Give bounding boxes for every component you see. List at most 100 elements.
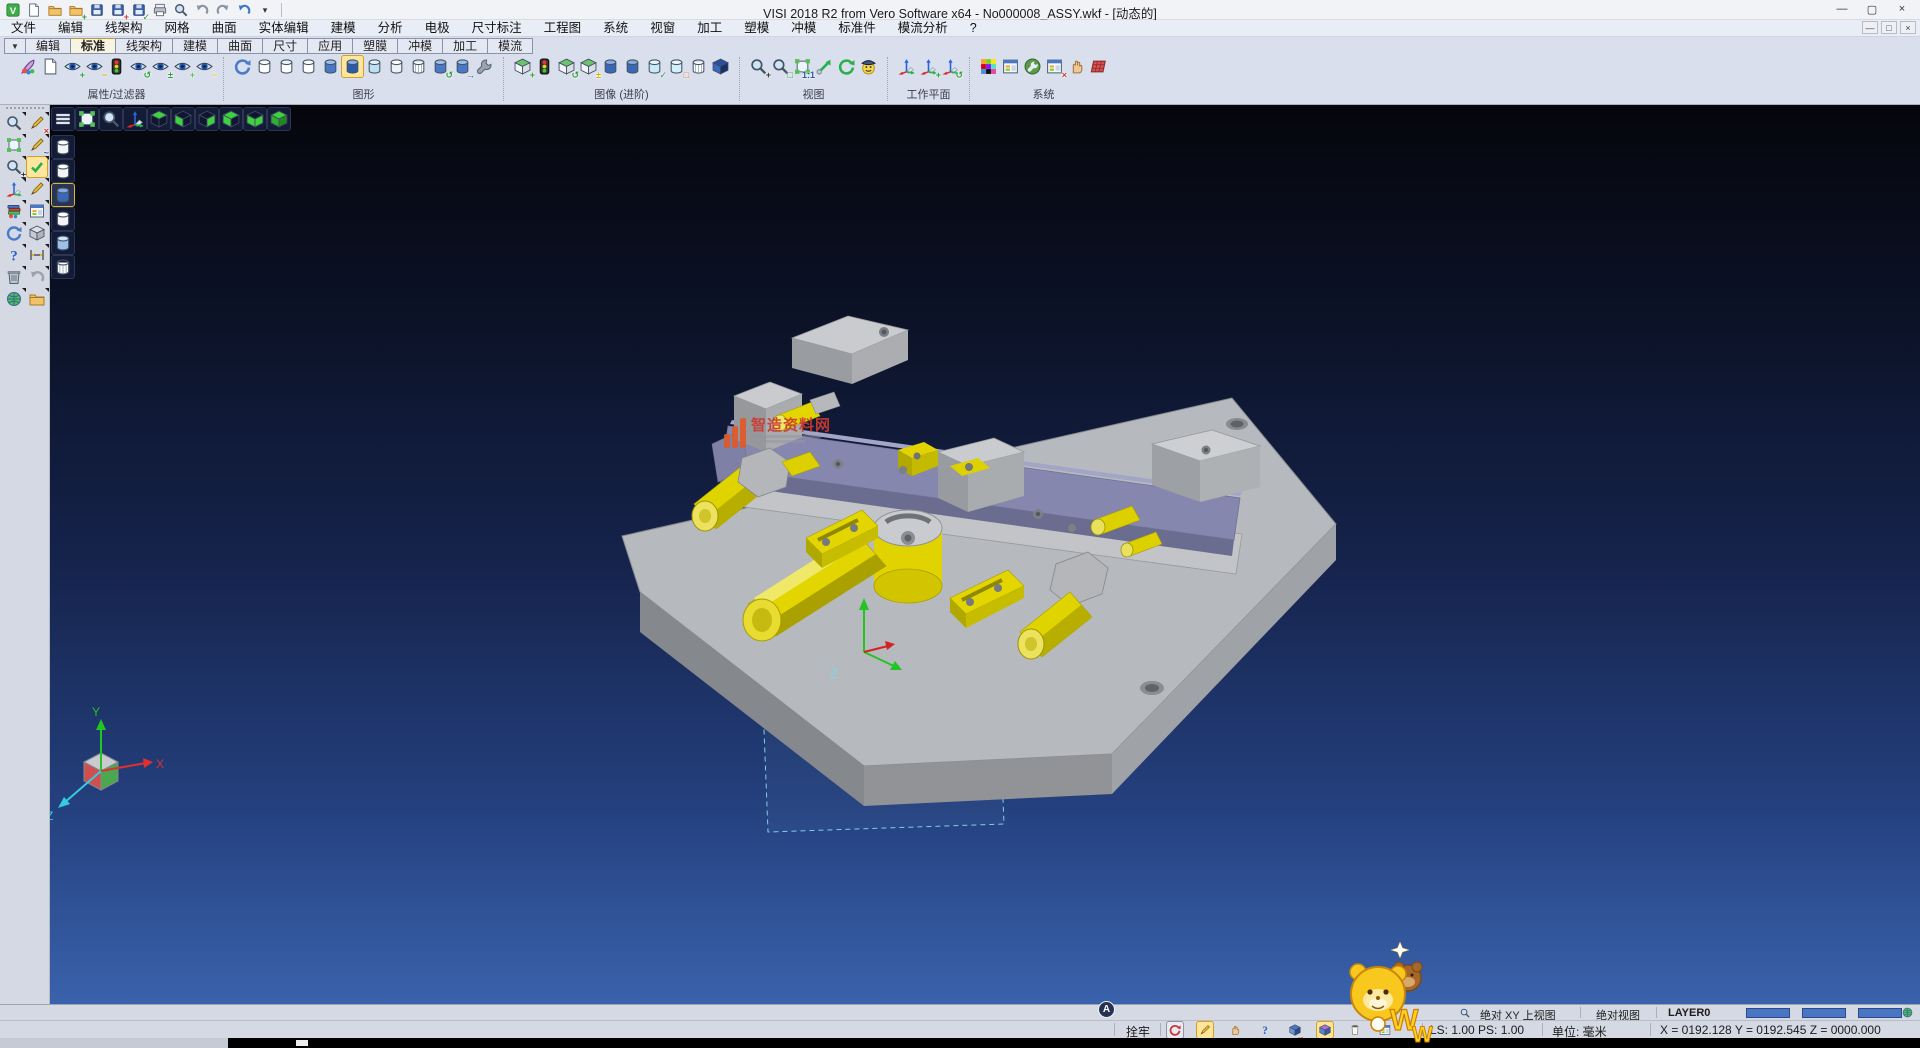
- dashed-hidden-view-icon[interactable]: [298, 56, 319, 77]
- window-select-icon[interactable]: [4, 135, 24, 155]
- menu-6[interactable]: 建模: [320, 20, 367, 37]
- flat-view-icon[interactable]: [386, 56, 407, 77]
- iso-axes-icon[interactable]: [124, 108, 146, 130]
- window-layout-icon[interactable]: ×: [1044, 56, 1065, 77]
- advanced-add-icon[interactable]: +: [512, 56, 533, 77]
- workplane-entity-icon[interactable]: +: [918, 56, 939, 77]
- graphics-settings-icon[interactable]: [474, 56, 495, 77]
- system-options-icon[interactable]: [1022, 56, 1043, 77]
- translucent-view-icon[interactable]: [364, 56, 385, 77]
- status-snap-icon[interactable]: →: [1287, 1022, 1303, 1038]
- annotation-badge[interactable]: A: [1098, 1001, 1115, 1018]
- style-translucent-icon[interactable]: [52, 232, 74, 254]
- undo-history-icon[interactable]: [235, 1, 253, 19]
- mdi-restore-button[interactable]: □: [1881, 21, 1897, 34]
- undo-icon[interactable]: [193, 1, 211, 19]
- solid-preview-icon[interactable]: [27, 223, 47, 243]
- tab-建模[interactable]: 建模: [173, 38, 218, 54]
- delete-icon[interactable]: [4, 267, 24, 287]
- view-top-icon[interactable]: [148, 108, 170, 130]
- selection-filter-icon[interactable]: [4, 113, 24, 133]
- fill-color-swatch[interactable]: [1858, 1008, 1902, 1018]
- move-ucs-icon[interactable]: [4, 179, 24, 199]
- refresh-visibility-icon[interactable]: ↺: [128, 56, 149, 77]
- tab-dropdown[interactable]: ▼: [4, 38, 26, 54]
- view-orientation-icon[interactable]: [858, 56, 879, 77]
- style-shaded-icon[interactable]: [52, 184, 74, 206]
- status-wand-icon[interactable]: [1197, 1022, 1213, 1038]
- style-shaded-edges-icon[interactable]: [52, 208, 74, 230]
- menu-18[interactable]: ?: [959, 20, 988, 37]
- confirm-selection-icon[interactable]: [27, 157, 47, 177]
- wireframe-solid-icon[interactable]: [688, 56, 709, 77]
- toggle-visibility-icon[interactable]: ±: [150, 56, 171, 77]
- status-render-mode-icon[interactable]: [1317, 1022, 1333, 1038]
- rotate-view-icon[interactable]: [836, 56, 857, 77]
- wireframe-view-icon[interactable]: [254, 56, 275, 77]
- world-view-icon[interactable]: [1900, 1005, 1915, 1020]
- menu-16[interactable]: 标准件: [827, 20, 887, 37]
- undo-last-icon[interactable]: [27, 267, 47, 287]
- menu-14[interactable]: 塑模: [733, 20, 780, 37]
- preview-icon[interactable]: [172, 1, 190, 19]
- maximize-button[interactable]: ▢: [1858, 1, 1886, 17]
- tab-加工[interactable]: 加工: [443, 38, 488, 54]
- filter-trafficlight-icon[interactable]: [106, 56, 127, 77]
- solid-info-icon[interactable]: □: [666, 56, 687, 77]
- style-wireframe-icon[interactable]: [52, 136, 74, 158]
- menu-15[interactable]: 冲模: [780, 20, 827, 37]
- style-hatch-icon[interactable]: [52, 256, 74, 278]
- hatched-view-icon[interactable]: [408, 56, 429, 77]
- menu-5[interactable]: 实体编辑: [248, 20, 320, 37]
- menu-3[interactable]: 网格: [154, 20, 201, 37]
- redo-icon[interactable]: [214, 1, 232, 19]
- zoom-window-icon[interactable]: [100, 108, 122, 130]
- hide-all-icon[interactable]: −: [194, 56, 215, 77]
- active-layer-label[interactable]: LAYER0: [1668, 1007, 1710, 1019]
- zoom-scale-1-1-icon[interactable]: 1:1: [792, 56, 813, 77]
- color-palette-icon[interactable]: [978, 56, 999, 77]
- menu-9[interactable]: 尺寸标注: [461, 20, 533, 37]
- zoom-selection-icon[interactable]: □: [770, 56, 791, 77]
- navigation-wheel-icon[interactable]: [4, 289, 24, 309]
- menu-13[interactable]: 加工: [686, 20, 733, 37]
- regen-solids-icon[interactable]: ↺: [430, 56, 451, 77]
- menu-17[interactable]: 模流分析: [887, 20, 959, 37]
- workplane-view-icon[interactable]: ↺: [940, 56, 961, 77]
- search-view-icon[interactable]: [1458, 1006, 1472, 1020]
- show-entities-icon[interactable]: +: [62, 56, 83, 77]
- menu-12[interactable]: 视窗: [639, 20, 686, 37]
- status-help-icon[interactable]: [1257, 1022, 1273, 1038]
- viewport-canvas[interactable]: Z Y X Z 智造资料网: [50, 105, 1920, 1004]
- viewbar-menu-icon[interactable]: [52, 108, 74, 130]
- advanced-toggle-icon[interactable]: ±: [578, 56, 599, 77]
- attributes-brush-icon[interactable]: [18, 56, 39, 77]
- save-icon[interactable]: [88, 1, 106, 19]
- solid-display-icon[interactable]: [600, 56, 621, 77]
- status-pick-icon[interactable]: [1227, 1022, 1243, 1038]
- menu-7[interactable]: 分析: [367, 20, 414, 37]
- hidden-line-view-icon[interactable]: [276, 56, 297, 77]
- export-solids-icon[interactable]: →: [452, 56, 473, 77]
- menu-0[interactable]: 文件: [0, 20, 47, 37]
- minimize-button[interactable]: —: [1828, 1, 1856, 17]
- tab-编辑[interactable]: 编辑: [26, 38, 71, 54]
- style-hidden-icon[interactable]: [52, 160, 74, 182]
- advanced-trafficlight-icon[interactable]: [534, 56, 555, 77]
- view-bottom-icon[interactable]: [172, 108, 194, 130]
- mdi-close-button[interactable]: ×: [1900, 21, 1916, 34]
- workplane-standard-icon[interactable]: [896, 56, 917, 77]
- sketch-curve-icon[interactable]: ~: [27, 135, 47, 155]
- solid-edges-display-icon[interactable]: [622, 56, 643, 77]
- tab-模流[interactable]: 模流: [488, 38, 533, 54]
- menu-2[interactable]: 线架构: [94, 20, 154, 37]
- shaded-view-icon[interactable]: [320, 56, 341, 77]
- toolbar-options-icon[interactable]: ▾: [256, 1, 274, 19]
- dock-grip[interactable]: [6, 107, 44, 110]
- tab-线架构[interactable]: 线架构: [116, 38, 173, 54]
- advanced-refresh-icon[interactable]: ↺: [556, 56, 577, 77]
- display-settings-icon[interactable]: [1000, 56, 1021, 77]
- selection-settings-icon[interactable]: [1066, 56, 1087, 77]
- status-refresh-icon[interactable]: [1167, 1022, 1183, 1038]
- layer-color-swatch[interactable]: [1746, 1008, 1790, 1018]
